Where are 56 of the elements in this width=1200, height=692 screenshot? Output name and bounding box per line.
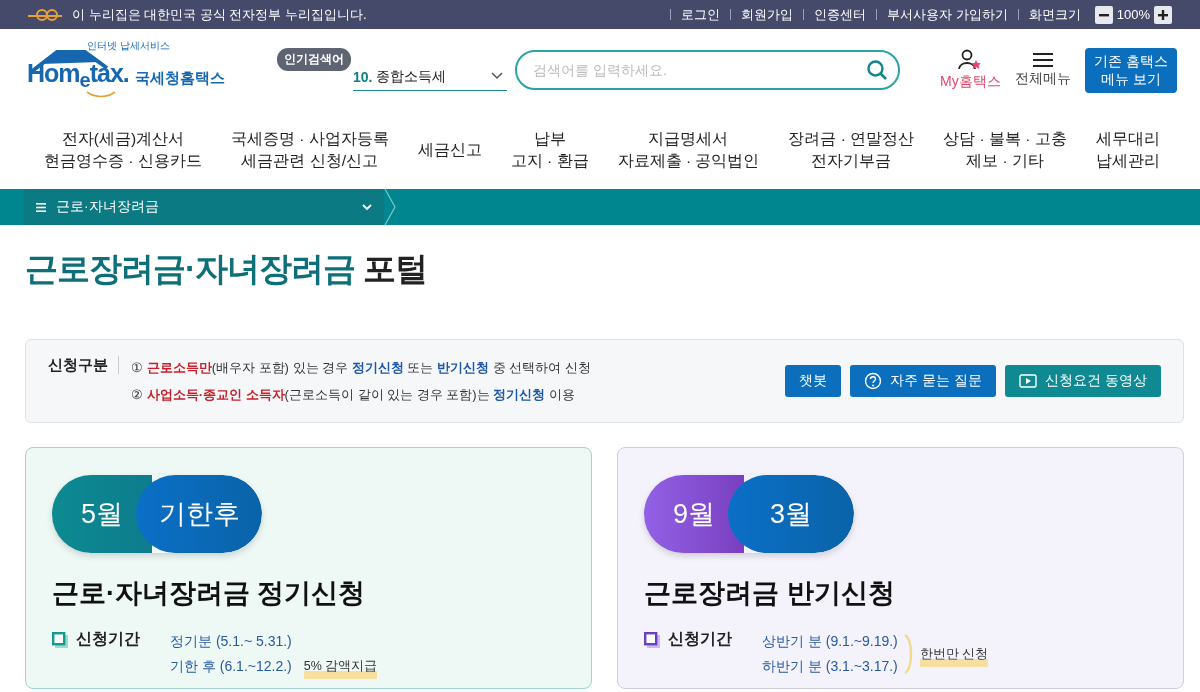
- smile-icon: [85, 90, 117, 98]
- chatbot-button[interactable]: 챗봇: [785, 365, 842, 397]
- notice-line: ① 근로소득만(배우자 포함) 있는 경우 정기신청 또는 반기신청 중 선택하여 신청: [131, 359, 592, 377]
- user-star-icon: [958, 49, 983, 71]
- top-link[interactable]: 화면크기: [1017, 9, 1091, 20]
- search-field[interactable]: 검색어를 입력하세요.: [515, 50, 900, 90]
- banner-text: 이 누리집은 대한민국 공식 전자정부 누리집입니다.: [72, 5, 367, 24]
- question-icon: [864, 372, 883, 390]
- page-title: 근로장려금·자녀장려금 포털: [25, 249, 429, 289]
- zoom-out-button[interactable]: [1094, 5, 1113, 24]
- card-title: 근로·자녀장려금 정기신청: [52, 577, 367, 610]
- top-link[interactable]: 로그인: [670, 9, 731, 20]
- zoom-in-button[interactable]: [1154, 5, 1172, 24]
- period-date: 상반기 분 (9.1.~9.19.): [762, 632, 898, 651]
- nav-menu-item[interactable]: 장려금 · 연말정산 전자기부금: [788, 128, 915, 172]
- nav-menu-item[interactable]: 국세증명 · 사업자등록 세금관련 신청/신고: [230, 128, 389, 172]
- menu-icon: [36, 202, 46, 212]
- card-title: 근로장려금 반기신청: [644, 577, 896, 610]
- nav-menu-item[interactable]: 세무대리 납세관리: [1095, 128, 1160, 172]
- top-link[interactable]: 부서사용자 가입하기: [876, 9, 1018, 20]
- popular-search-dropdown[interactable]: 10. 종합소득세: [353, 64, 507, 91]
- period-date: 기한 후 (6.1.~12.2.): [170, 657, 292, 676]
- period-date: 정기분 (5.1.~ 5.31.): [170, 632, 292, 651]
- square-bullet-icon: [644, 631, 660, 648]
- nav-menu-item[interactable]: 전자(세금)계산서 현금영수증 · 신용카드: [44, 128, 202, 172]
- period-date: 하반기 분 (3.1.~3.17.): [762, 657, 898, 676]
- menu-icon: [1032, 52, 1053, 68]
- nav-menu-item[interactable]: 납부 고지 · 환급: [510, 128, 589, 172]
- popular-badge: 인기검색어: [277, 48, 351, 71]
- top-link[interactable]: 인증센터: [803, 9, 877, 20]
- nav-menu-item[interactable]: 세금신고: [417, 139, 482, 161]
- zoom-level: 100%: [1116, 7, 1150, 22]
- legacy-menu-button[interactable]: 기존 홈택스 메뉴 보기: [1084, 47, 1177, 93]
- all-menu-button[interactable]: 전체메뉴: [1014, 52, 1071, 88]
- chevron-divider-icon: [384, 189, 398, 225]
- caret-icon: [491, 72, 503, 80]
- logo[interactable]: 인터넷 납세서비스 Hom$_{e}$tax. 국세청홈택스: [27, 40, 277, 100]
- breadcrumb-dropdown[interactable]: 근로·자녀장려금: [24, 189, 384, 225]
- my-hometax-link[interactable]: My홈택스: [940, 49, 1001, 91]
- nav-menu-item[interactable]: 상담 · 불복 · 고충 제보 · 기타: [943, 128, 1067, 172]
- emblem-icon: [26, 7, 64, 22]
- search-icon[interactable]: [866, 59, 888, 81]
- square-bullet-icon: [52, 631, 68, 648]
- top-link[interactable]: 회원가입: [730, 9, 804, 20]
- notice-line: ② 사업소득·종교인 소득자(근로소득이 같이 있는 경우 포함)는 정기신청 이용: [131, 386, 576, 404]
- notice-label: 신청구분: [48, 356, 119, 374]
- video-button[interactable]: 신청요건 동영상: [1005, 365, 1161, 397]
- chevron-down-icon: [362, 203, 372, 211]
- play-icon: [1019, 374, 1038, 388]
- period-label: 신청기간: [668, 629, 732, 649]
- application-card[interactable]: 5월 기한후 근로·자녀장려금 정기신청 신청기간 정기분 (5.1.~ 5.31.) 기한 후 (6.1.~12.2.) 5% 감액지급: [25, 447, 592, 689]
- period-label: 신청기간: [76, 629, 140, 649]
- application-card[interactable]: 9월 3월 근로장려금 반기신청 신청기간 상반기 분 (9.1.~9.19.) 하반기 분 (3.1.~3.17.) 한번만 신청: [617, 447, 1184, 689]
- nav-menu-item[interactable]: 지급명세서 자료제출 · 공익법인: [617, 128, 760, 172]
- bracket-icon: [903, 632, 914, 676]
- faq-button[interactable]: 자주 묻는 질문: [850, 365, 997, 397]
